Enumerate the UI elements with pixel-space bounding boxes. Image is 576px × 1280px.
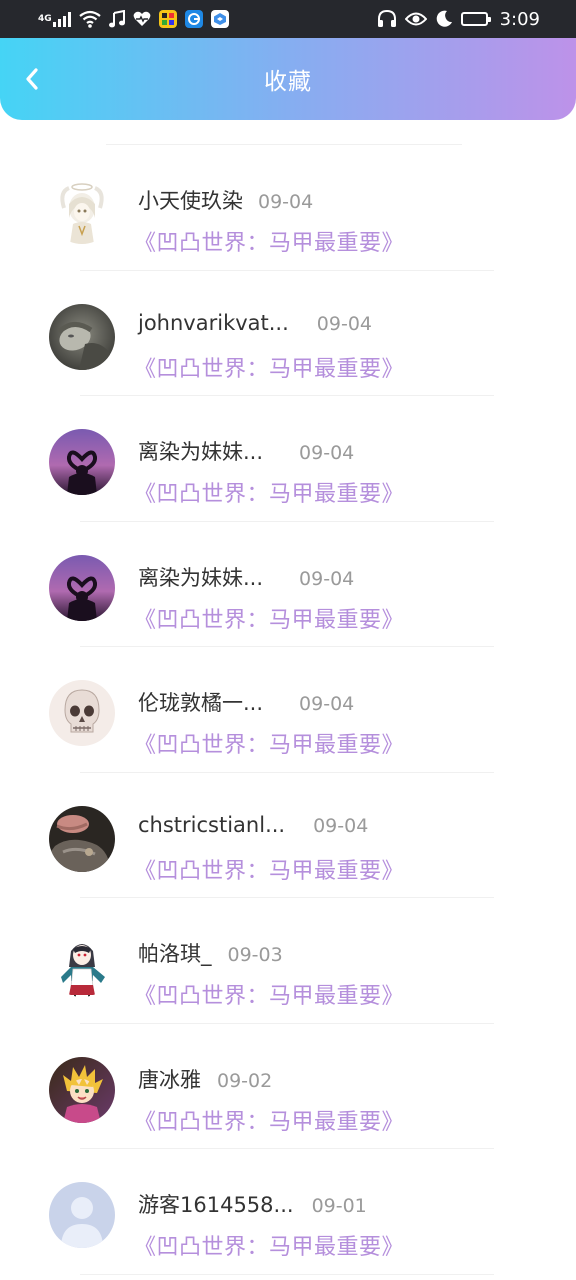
status-left: 4G [38, 9, 229, 29]
avatar[interactable] [49, 554, 115, 621]
music-note-icon [108, 9, 125, 29]
name-row: 小天使玖染 09-04 [138, 185, 313, 215]
item-date: 09-04 [299, 442, 355, 464]
name-row: johnvarikvat... 09-04 [138, 311, 372, 335]
post-title-link[interactable]: 《凹凸世界：马甲最重要》 [134, 602, 404, 634]
clock-time: 3:09 [499, 8, 540, 30]
item-date: 09-01 [311, 1195, 367, 1217]
user-name: johnvarikvat... [138, 310, 289, 335]
app-icon-2 [184, 10, 203, 28]
list-item[interactable]: 帕洛琪_ 09-03 《凹凸世界：马甲最重要》 [0, 898, 576, 1024]
item-date: 09-02 [217, 1069, 273, 1092]
heart-icon [133, 9, 151, 29]
list-item[interactable]: johnvarikvat... 09-04 《凹凸世界：马甲最重要》 [0, 271, 576, 396]
post-title-link[interactable]: 《凹凸世界：马甲最重要》 [134, 978, 404, 1010]
back-button[interactable] [14, 59, 50, 99]
item-date: 09-04 [258, 191, 314, 213]
battery-icon [460, 9, 491, 29]
avatar[interactable] [49, 429, 115, 495]
item-date: 09-04 [313, 814, 369, 837]
list-item[interactable]: 离染为妹妹... 09-04 《凹凸世界：马甲最重要》 [0, 522, 576, 647]
headphones-icon [377, 9, 397, 29]
network-type-label: 4G [38, 14, 52, 24]
name-row: 离染为妹妹... 09-04 [138, 562, 354, 592]
item-date: 09-04 [299, 693, 355, 715]
avatar[interactable] [49, 303, 115, 370]
default-avatar-icon [49, 1182, 115, 1248]
user-name: 帕洛琪_ [138, 942, 212, 966]
name-row: 帕洛琪_ 09-03 [138, 938, 283, 968]
avatar[interactable] [49, 931, 115, 997]
avatar[interactable] [49, 680, 115, 746]
name-row: 离染为妹妹... 09-04 [138, 436, 354, 466]
signal-icon: 4G [38, 9, 71, 29]
user-name: 游客1614558... [138, 1193, 294, 1217]
chevron-left-icon [26, 68, 38, 90]
post-title-link[interactable]: 《凹凸世界：马甲最重要》 [134, 1104, 404, 1136]
eye-icon [404, 9, 427, 29]
page-title: 收藏 [264, 69, 312, 95]
list-item[interactable]: 游客1614558... 09-01 《凹凸世界：马甲最重要》 [0, 1149, 576, 1275]
user-name: 离染为妹妹... [138, 440, 264, 464]
header-bar: 收藏 [0, 38, 576, 120]
list-item[interactable]: 小天使玖染 09-04 《凹凸世界：马甲最重要》 [0, 145, 576, 271]
item-date: 09-03 [227, 944, 283, 966]
favorites-list: 小天使玖染 09-04 《凹凸世界：马甲最重要》 johnvarikvat...… [0, 145, 576, 1275]
post-title-link[interactable]: 《凹凸世界：马甲最重要》 [134, 727, 404, 759]
post-title-link[interactable]: 《凹凸世界：马甲最重要》 [134, 853, 404, 885]
user-name: 伦珑敦橘一... [138, 691, 264, 715]
name-row: 唐冰雅 09-02 [138, 1064, 272, 1094]
name-row: chstricstianl... 09-04 [138, 813, 368, 837]
app-icon-1 [158, 10, 177, 28]
wifi-icon [78, 9, 101, 29]
moon-icon [435, 9, 453, 29]
list-item[interactable]: 唐冰雅 09-02 《凹凸世界：马甲最重要》 [0, 1024, 576, 1149]
list-item[interactable]: chstricstianl... 09-04 《凹凸世界：马甲最重要》 [0, 773, 576, 898]
list-divider [80, 1273, 494, 1275]
post-title-link[interactable]: 《凹凸世界：马甲最重要》 [134, 476, 404, 508]
post-title-link[interactable]: 《凹凸世界：马甲最重要》 [134, 1229, 404, 1261]
item-date: 09-04 [299, 567, 355, 590]
status-bar: 4G 3:09 [0, 0, 576, 38]
status-right: 3:09 [377, 9, 540, 30]
user-name: 唐冰雅 [138, 1067, 201, 1092]
avatar[interactable] [49, 178, 115, 244]
list-item[interactable]: 离染为妹妹... 09-04 《凹凸世界：马甲最重要》 [0, 396, 576, 522]
name-row: 游客1614558... 09-01 [138, 1189, 367, 1219]
item-date: 09-04 [316, 312, 373, 335]
avatar[interactable] [49, 1182, 115, 1248]
avatar[interactable] [49, 1056, 115, 1123]
post-title-link[interactable]: 《凹凸世界：马甲最重要》 [134, 225, 404, 257]
app-icon-3 [210, 10, 229, 28]
list-item[interactable]: 伦珑敦橘一... 09-04 《凹凸世界：马甲最重要》 [0, 647, 576, 773]
name-row: 伦珑敦橘一... 09-04 [138, 687, 354, 717]
user-name: 离染为妹妹... [138, 565, 264, 590]
avatar[interactable] [49, 805, 115, 872]
user-name: 小天使玖染 [138, 189, 243, 213]
post-title-link[interactable]: 《凹凸世界：马甲最重要》 [134, 351, 404, 383]
user-name: chstricstianl... [138, 812, 286, 837]
